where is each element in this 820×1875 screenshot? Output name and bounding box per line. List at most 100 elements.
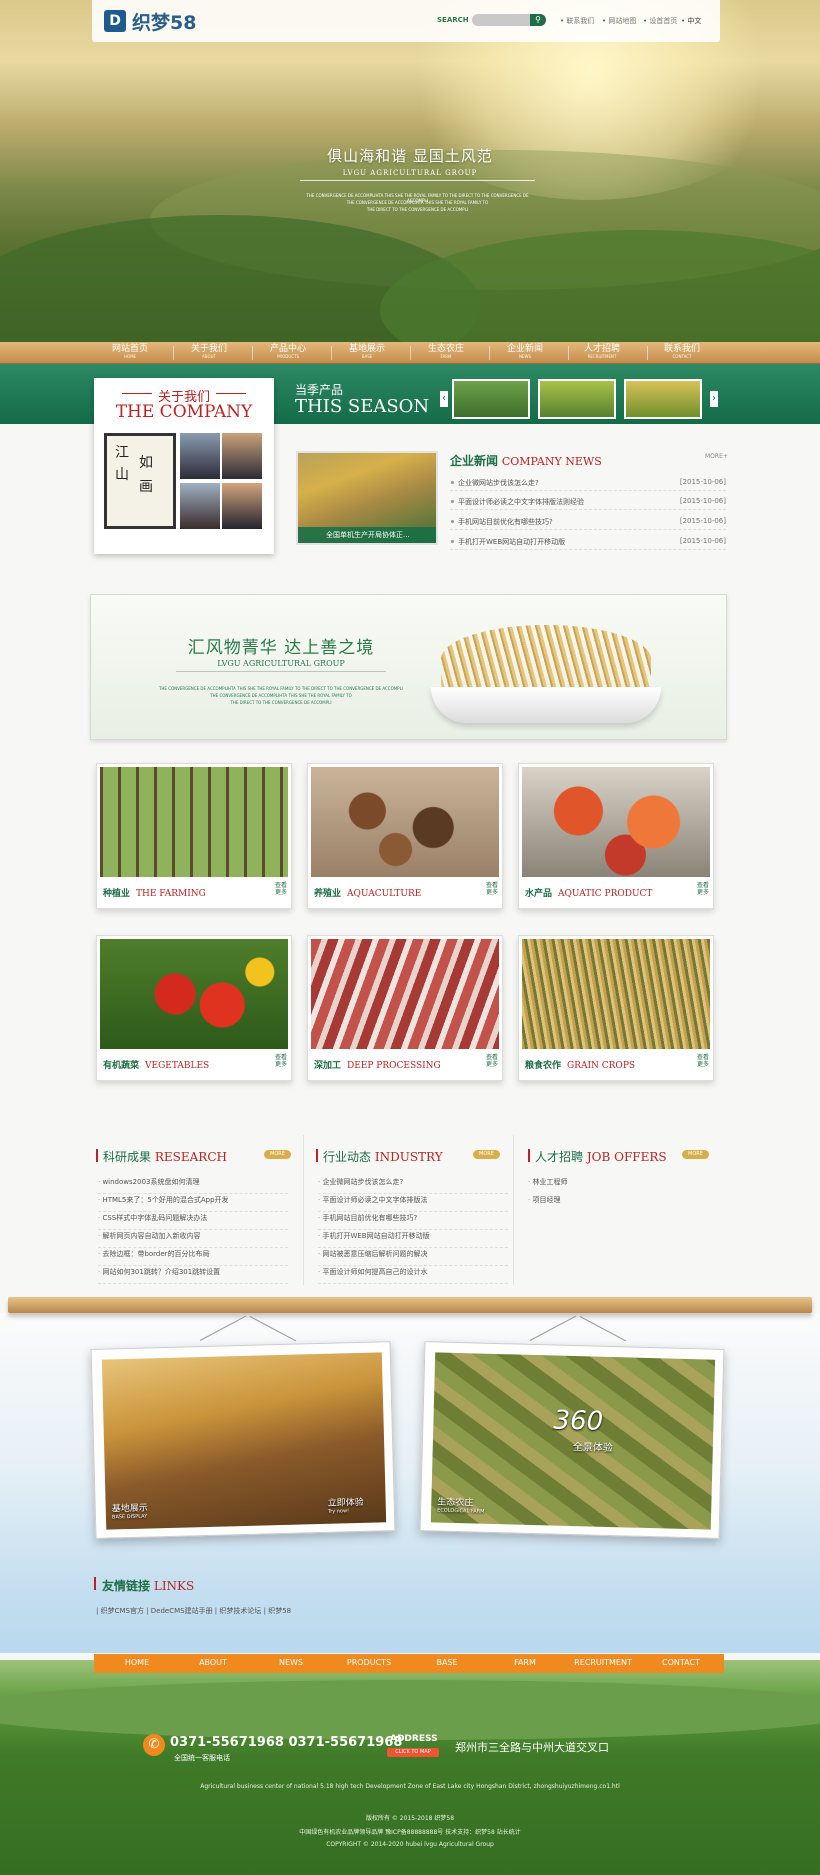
news-title-en: COMPANY NEWS: [501, 455, 602, 468]
job-item[interactable]: 林业工程师: [528, 1177, 718, 1194]
jobs-more-button[interactable]: MORE: [682, 1150, 709, 1159]
product-card-aquaculture[interactable]: 养殖业 AQUACULTURE 查看更多: [307, 763, 503, 909]
footer-line: 中国绿色有机农业品牌领导品牌 豫ICP备88888888号 技术支持：织梦58 …: [299, 1829, 521, 1836]
news-title: 企业新闻 COMPANY NEWS: [450, 452, 602, 469]
about-panel[interactable]: 关于我们 THE COMPANY 江 山 如 画: [94, 378, 274, 554]
research-more-button[interactable]: MORE: [264, 1150, 291, 1159]
nav-divider: [173, 346, 174, 360]
nav-divider: [331, 346, 332, 360]
try-now-button[interactable]: 立即体验 Try now!: [327, 1495, 364, 1515]
research-title: 科研成果 RESEARCH: [96, 1148, 227, 1165]
research-item[interactable]: 解析网页内容自动加入新收内容: [98, 1231, 288, 1248]
nav-item-home[interactable]: 网站首页 HOME: [100, 345, 160, 360]
top-link-sitemap[interactable]: 网站地图: [602, 16, 636, 26]
frame-caption-en: ECOLOGICAL FARM: [437, 1507, 485, 1515]
nav-label: 产品中心: [269, 344, 306, 354]
product-more-link[interactable]: 查看更多: [697, 882, 709, 896]
nav-item-about[interactable]: 关于我们 ABOUT: [179, 345, 239, 360]
industry-item[interactable]: 企业微网站步伐该怎么走?: [318, 1177, 508, 1194]
top-link-language[interactable]: 中文: [681, 16, 701, 26]
product-more-link[interactable]: 查看更多: [275, 882, 287, 896]
base-display-frame[interactable]: 基地展示 BASE DISPLAY 立即体验 Try now!: [90, 1341, 396, 1539]
product-more-link[interactable]: 查看更多: [486, 1054, 498, 1068]
product-name-cn: 水产品: [525, 889, 553, 899]
news-item[interactable]: 平面设计师必读之中文字体排版法则经验 [2015-10-06]: [450, 491, 726, 510]
footer-nav-contact[interactable]: CONTACT: [646, 1658, 716, 1667]
hero-divider: [300, 180, 535, 181]
executive-photo: [222, 483, 262, 529]
product-more-link[interactable]: 查看更多: [486, 882, 498, 896]
news-item-date: [2015-10-06]: [679, 517, 726, 525]
links-marker: [94, 1577, 96, 1590]
top-link-contact[interactable]: 联系我们: [560, 16, 594, 26]
footer-nav-base[interactable]: BASE: [412, 1658, 482, 1667]
industry-more-button[interactable]: MORE: [473, 1150, 500, 1159]
research-item[interactable]: CSS样式中字体乱码问题解决办法: [98, 1213, 288, 1230]
footer-nav-farm[interactable]: FARM: [490, 1658, 560, 1667]
news-image[interactable]: 全国单机生产开局协体正...: [296, 451, 438, 545]
nav-item-contact[interactable]: 联系我们 CONTACT: [652, 345, 712, 360]
industry-item[interactable]: 平面设计师如何提高自己的设计水: [318, 1267, 508, 1284]
news-item[interactable]: 企业微网站步伐该怎么走? [2015-10-06]: [450, 472, 726, 491]
news-item[interactable]: 手机打开WEB网站自动打开移动版 [2015-10-06]: [450, 531, 726, 550]
product-card-processing[interactable]: 深加工 DEEP PROCESSING 查看更多: [307, 935, 503, 1081]
product-more-link[interactable]: 查看更多: [275, 1054, 287, 1068]
industry-item[interactable]: 平面设计师必读之中文字体排版法: [318, 1195, 508, 1212]
footer-nav-news[interactable]: NEWS: [256, 1658, 326, 1667]
search-icon[interactable]: ⚲: [530, 14, 546, 26]
product-image: [311, 939, 499, 1049]
product-name-cn: 深加工: [314, 1061, 342, 1071]
season-thumb[interactable]: [452, 379, 530, 419]
footer-nav-products[interactable]: PRODUCTS: [334, 1658, 404, 1667]
nav-item-news[interactable]: 企业新闻 NEWS: [495, 345, 555, 360]
map-button[interactable]: CLICK TO MAP: [387, 1748, 439, 1757]
news-more-link[interactable]: MORE+: [705, 453, 728, 460]
research-item[interactable]: HTML5来了：5个好用的混合式App开发: [98, 1195, 288, 1212]
job-item[interactable]: 项目经理: [528, 1195, 718, 1212]
eco-farm-frame[interactable]: 360 全景体验 生态农庄 ECOLOGICAL FARM: [419, 1341, 725, 1539]
product-card-aquatic[interactable]: 水产品 AQUATIC PRODUCT 查看更多: [518, 763, 714, 909]
product-name: 粮食农作 GRAIN CROPS: [525, 1058, 635, 1071]
phone-number[interactable]: 0371-55671968 0371-55671968: [170, 1735, 402, 1750]
footer-nav-recruitment[interactable]: RECRUITMENT: [568, 1658, 638, 1667]
news-item[interactable]: 手机网站目前优化有哪些技巧? [2015-10-06]: [450, 511, 726, 530]
season-thumb[interactable]: [538, 379, 616, 419]
research-item[interactable]: windows2003系统盘如何清理: [98, 1177, 288, 1194]
research-item[interactable]: 去除边框：带border的百分比布局: [98, 1249, 288, 1266]
news-item-date: [2015-10-06]: [679, 478, 726, 486]
research-item[interactable]: 网站如何301跳转？介绍301跳转设置: [98, 1267, 288, 1284]
phone-label: 全国统一客服电话: [174, 1754, 230, 1762]
product-more-link[interactable]: 查看更多: [697, 1054, 709, 1068]
nav-item-recruitment[interactable]: 人才招聘 RECRUITMENT: [572, 345, 632, 360]
logo-text[interactable]: 织梦58: [132, 8, 196, 35]
footer-nav-about[interactable]: ABOUT: [178, 1658, 248, 1667]
about-subtitle: THE COMPANY: [115, 402, 253, 422]
nav-item-products[interactable]: 产品中心 PRODUCTS: [258, 345, 318, 360]
season-thumb[interactable]: [624, 379, 702, 419]
friend-links[interactable]: | 织梦CMS官方 | DedeCMS建站手册 | 织梦技术论坛 | 织梦58: [96, 1606, 291, 1616]
executive-photo: [222, 433, 262, 479]
calligraphy-char: 山: [115, 467, 129, 483]
product-card-vegetables[interactable]: 有机蔬菜 VEGETABLES 查看更多: [96, 935, 292, 1081]
nav-item-farm[interactable]: 生态农庄 FARM: [416, 345, 476, 360]
product-card-farming[interactable]: 种植业 THE FARMING 查看更多: [96, 763, 292, 909]
top-link-homepage[interactable]: 设首首页: [643, 16, 677, 26]
search-input[interactable]: [472, 14, 534, 26]
news-image-caption: 全国单机生产开局协体正...: [298, 527, 436, 543]
industry-item[interactable]: 手机网站目前优化有哪些技巧?: [318, 1213, 508, 1230]
nav-divider: [568, 346, 569, 360]
industry-item[interactable]: 手机打开WEB网站自动打开移动版: [318, 1231, 508, 1248]
chevron-left-icon[interactable]: ‹: [440, 391, 448, 407]
mountain-background: [0, 1680, 820, 1740]
nav-label: 联系我们: [663, 344, 700, 354]
industry-item[interactable]: 网站被恶意压缩后解析问题的解决: [318, 1249, 508, 1266]
frame-caption-en: BASE DISPLAY: [111, 1513, 148, 1521]
chevron-right-icon[interactable]: ›: [710, 391, 718, 407]
column-title-en: RESEARCH: [154, 1150, 227, 1164]
wheat-image: [441, 625, 651, 693]
product-card-grain[interactable]: 粮食农作 GRAIN CROPS 查看更多: [518, 935, 714, 1081]
nav-item-base[interactable]: 基地展示 BASE: [337, 345, 397, 360]
product-name-en: VEGETABLES: [145, 1061, 210, 1071]
footer-nav-home[interactable]: HOME: [102, 1658, 172, 1667]
logo-icon[interactable]: D: [104, 10, 126, 32]
